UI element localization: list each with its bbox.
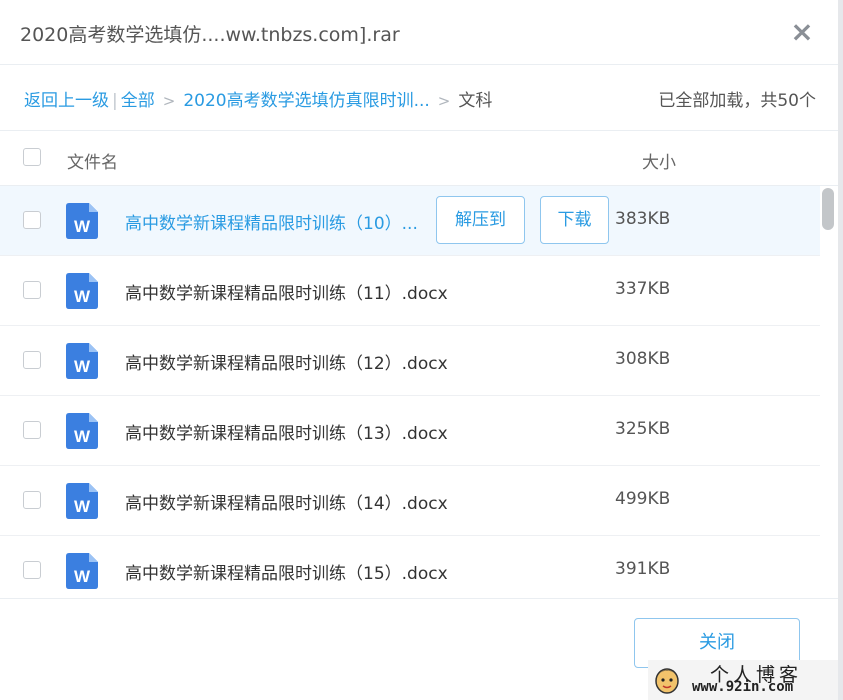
column-header-name: 文件名 [67,153,118,173]
svg-text:W: W [74,287,91,306]
table-row[interactable]: W 高中数学新课程精品限时训练（15）.docx 391KB [0,536,820,598]
file-name[interactable]: 高中数学新课程精品限时训练（15）.docx [125,559,448,584]
file-name[interactable]: 高中数学新课程精品限时训练（14）.docx [125,489,448,514]
word-doc-icon: W [66,483,98,519]
scrollbar-track[interactable] [820,186,838,598]
file-size: 337KB [615,279,671,299]
svg-text:W: W [74,567,91,586]
download-button[interactable]: 下载 [540,196,609,244]
column-header-size: 大小 [642,153,676,173]
file-name[interactable]: 高中数学新课程精品限时训练（10）... [125,209,418,234]
row-checkbox[interactable] [23,491,41,509]
breadcrumb-all[interactable]: 全部 [121,91,155,111]
mascot-icon [655,668,679,694]
file-name[interactable]: 高中数学新课程精品限时训练（12）.docx [125,349,448,374]
file-name[interactable]: 高中数学新课程精品限时训练（13）.docx [125,419,448,444]
row-checkbox[interactable] [23,561,41,579]
row-checkbox[interactable] [23,351,41,369]
svg-text:W: W [74,357,91,376]
word-doc-icon: W [66,273,98,309]
file-size: 308KB [615,349,671,369]
row-checkbox[interactable] [23,421,41,439]
file-size: 325KB [615,419,671,439]
svg-text:W: W [74,427,91,446]
word-doc-icon: W [66,203,98,239]
dialog-header: 2020高考数学选填仿....ww.tnbzs.com].rar × [0,0,838,65]
back-link[interactable]: 返回上一级 [24,91,109,111]
row-checkbox[interactable] [23,281,41,299]
dialog-edge [838,0,843,700]
table-row[interactable]: W 高中数学新课程精品限时训练（11）.docx 337KB [0,256,820,326]
breadcrumb-arrow: > [437,92,451,110]
footer-divider [0,598,838,599]
select-all-checkbox[interactable] [23,148,41,166]
svg-text:W: W [74,497,91,516]
close-icon[interactable]: × [790,18,814,46]
dialog-title: 2020高考数学选填仿....ww.tnbzs.com].rar [20,24,400,46]
breadcrumb-arrow: > [162,92,176,110]
file-size: 391KB [615,559,671,579]
row-checkbox[interactable] [23,211,41,229]
watermark-url: www.92in.com [692,679,794,695]
breadcrumb: 返回上一级 | 全部 >2020高考数学选填仿真限时训... > 文科 [24,86,492,111]
breadcrumb-folder[interactable]: 2020高考数学选填仿真限时训... [183,91,429,111]
word-doc-icon: W [66,553,98,589]
table-row[interactable]: W 高中数学新课程精品限时训练（10）... 解压到 下载 383KB [0,186,820,256]
extract-button[interactable]: 解压到 [436,196,525,244]
load-status: 已全部加载，共50个 [658,91,816,111]
word-doc-icon: W [66,413,98,449]
table-row[interactable]: W 高中数学新课程精品限时训练（12）.docx 308KB [0,326,820,396]
file-name[interactable]: 高中数学新课程精品限时训练（11）.docx [125,279,448,304]
file-list: W 高中数学新课程精品限时训练（10）... 解压到 下载 383KB W 高中… [0,186,820,598]
file-size: 499KB [615,489,671,509]
svg-text:W: W [74,217,91,236]
scrollbar-thumb[interactable] [822,188,834,230]
breadcrumb-current: 文科 [458,91,493,111]
word-doc-icon: W [66,343,98,379]
table-header: 文件名 大小 [0,131,838,186]
table-row[interactable]: W 高中数学新课程精品限时训练（14）.docx 499KB [0,466,820,536]
file-size: 383KB [615,209,671,229]
table-row[interactable]: W 高中数学新课程精品限时训练（13）.docx 325KB [0,396,820,466]
breadcrumb-separator: | [112,91,118,111]
watermark: 个人博客 www.92in.com [648,660,838,700]
